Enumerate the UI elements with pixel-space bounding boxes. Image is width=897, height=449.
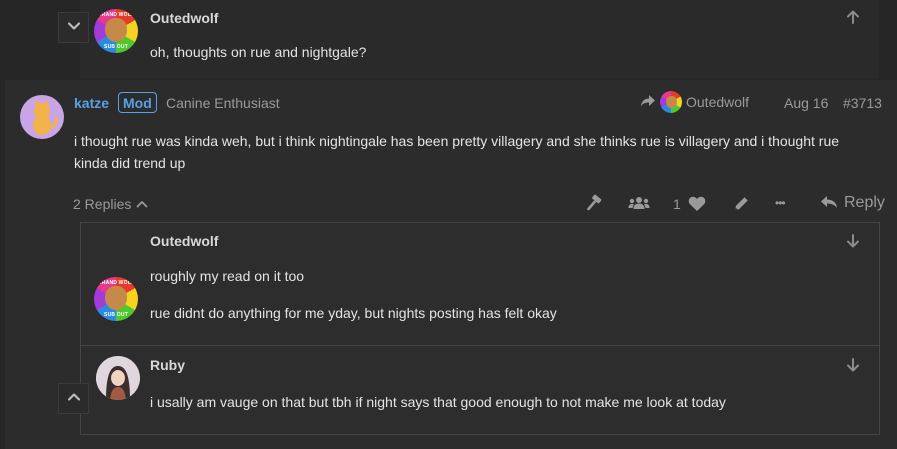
users-icon[interactable]	[628, 196, 650, 213]
reply-body-line: i usally am vauge on that but tbh if nig…	[150, 394, 726, 410]
hammer-icon[interactable]	[586, 194, 604, 215]
replies-toggle[interactable]: 2 Replies	[73, 196, 148, 212]
role-badge: Mod	[118, 92, 157, 113]
role-badge-label: Mod	[123, 94, 152, 111]
collapse-button[interactable]	[58, 12, 89, 43]
post-date[interactable]: Aug 16	[784, 95, 828, 111]
avatar	[660, 91, 682, 113]
post-body-line: kinda did trend up	[74, 155, 186, 171]
reply-author[interactable]: Outedwolf	[150, 233, 218, 249]
avatar-badge-text: SUB OUT	[104, 44, 128, 50]
pencil-icon[interactable]	[732, 195, 750, 216]
avatar[interactable]: GRAND WOLF SUB OUT	[94, 277, 138, 321]
avatar[interactable]: GRAND WOLF SUB OUT	[94, 9, 138, 53]
reply-to-link[interactable]: Outedwolf	[640, 91, 749, 113]
reply-icon	[820, 195, 838, 212]
chevron-up-icon	[67, 390, 81, 407]
reply-body-line: rue didnt do anything for me yday, but n…	[150, 305, 557, 321]
expand-button[interactable]	[58, 383, 89, 414]
post-author[interactable]: katze	[74, 95, 109, 111]
avatar-badge-text: SUB OUT	[104, 312, 128, 318]
heart-icon[interactable]	[688, 196, 706, 215]
like-count: 1	[673, 196, 681, 212]
dog-face-image	[105, 286, 127, 310]
reply-button-label: Reply	[844, 194, 885, 211]
dog-face-image	[666, 96, 677, 108]
arrow-down-icon[interactable]	[846, 357, 860, 376]
chevron-up-icon	[136, 196, 148, 212]
arrow-up-icon[interactable]	[846, 9, 860, 28]
replies-count-label: 2 Replies	[73, 196, 132, 212]
reply-divider	[81, 345, 879, 346]
post-number[interactable]: #3713	[843, 95, 882, 111]
post-author[interactable]: Outedwolf	[150, 10, 218, 26]
more-options-button[interactable]: •••	[775, 196, 786, 210]
avatar[interactable]	[20, 95, 64, 139]
reply-body-line: roughly my read on it too	[150, 268, 305, 284]
reply-to-author: Outedwolf	[686, 94, 750, 110]
cat-avatar-image	[33, 99, 58, 135]
post-body: oh, thoughts on rue and nightgale?	[150, 44, 367, 60]
reply-author[interactable]: Ruby	[150, 357, 185, 373]
share-arrow-icon	[640, 94, 656, 111]
dog-face-image	[105, 18, 127, 42]
user-title: Canine Enthusiast	[166, 95, 280, 111]
ruby-avatar-image	[96, 356, 140, 400]
post-body-line: i thought rue was kinda weh, but i think…	[74, 133, 840, 149]
post-body: i thought rue was kinda weh, but i think…	[74, 130, 874, 174]
avatar[interactable]	[96, 356, 140, 400]
arrow-down-icon[interactable]	[846, 233, 860, 252]
chevron-down-icon	[67, 19, 81, 36]
reply-button[interactable]: Reply	[820, 194, 885, 212]
